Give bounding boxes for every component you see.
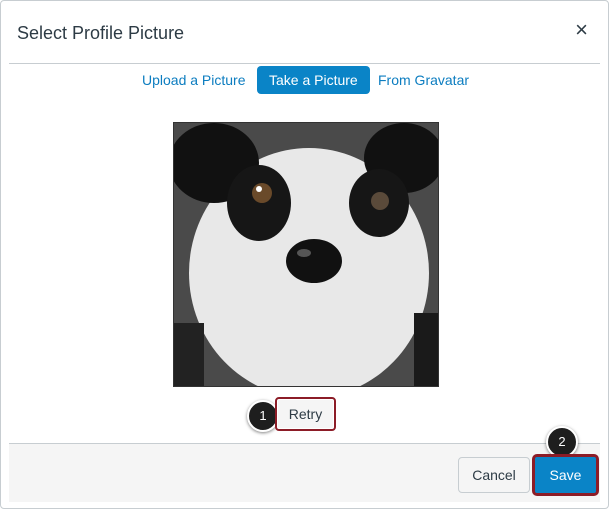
select-profile-picture-dialog: Select Profile Picture × Upload a Pictur… (0, 0, 609, 509)
close-icon[interactable]: × (575, 19, 588, 41)
cancel-button[interactable]: Cancel (458, 457, 530, 493)
save-button[interactable]: Save (532, 454, 599, 496)
picture-source-tabs: Upload a Picture Take a Picture From Gra… (1, 66, 608, 96)
header-divider (9, 63, 600, 64)
tab-take-a-picture[interactable]: Take a Picture (257, 66, 370, 94)
tab-upload-a-picture[interactable]: Upload a Picture (130, 66, 258, 94)
retry-button[interactable]: Retry (275, 397, 336, 431)
webcam-photo-preview (169, 122, 444, 398)
panda-photo-image (169, 123, 444, 398)
tab-from-gravatar[interactable]: From Gravatar (366, 66, 481, 94)
dialog-title: Select Profile Picture (17, 23, 185, 43)
